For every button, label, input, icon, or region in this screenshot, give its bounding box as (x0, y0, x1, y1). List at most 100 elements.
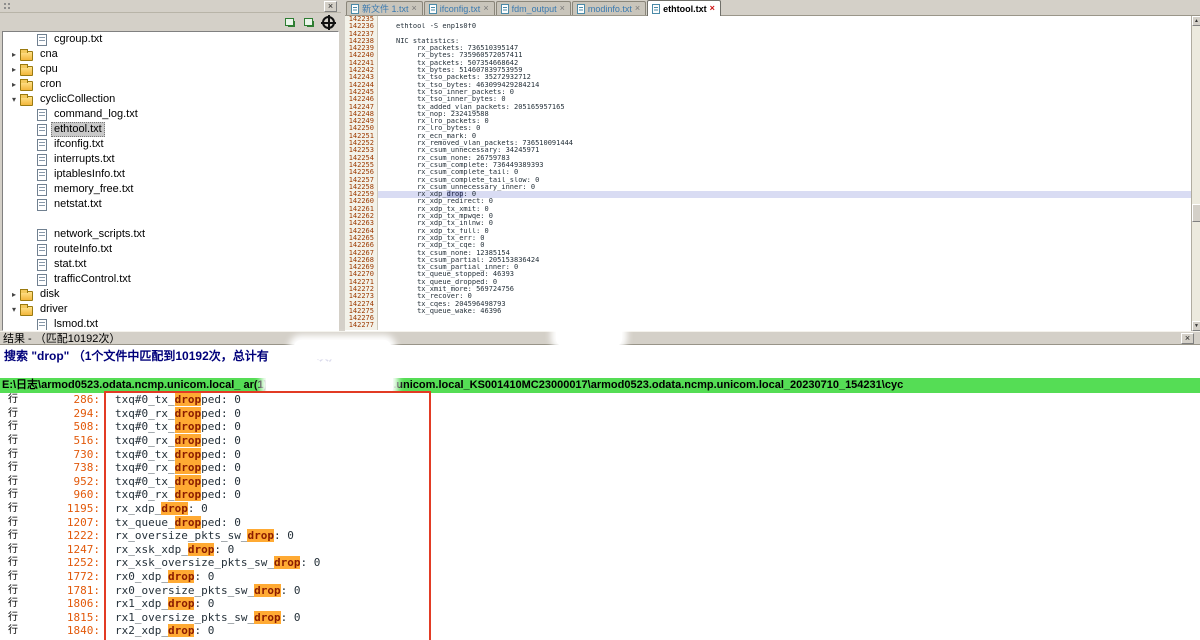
editor-line[interactable]: 142253 rx_csum_unnecessary: 34245971 (345, 147, 1191, 154)
tree-item-file[interactable]: network_scripts.txt (3, 227, 338, 242)
editor-line[interactable]: 142242 tx_bytes: 514607839753959 (345, 67, 1191, 74)
result-row[interactable]: 行294:txq#0_rx_dropped: 0 (0, 407, 1200, 421)
editor-line[interactable]: 142256 rx_csum_complete_tail: 0 (345, 169, 1191, 176)
result-row[interactable]: 行1207:tx_queue_dropped: 0 (0, 515, 1200, 529)
editor-line[interactable]: 142235 (345, 16, 1191, 23)
editor-line[interactable]: 142263 rx_xdp_tx_inlnw: 0 (345, 220, 1191, 227)
editor-line[interactable]: 142241 tx_packets: 507354668642 (345, 60, 1191, 67)
scroll-down-icon[interactable]: ▼ (1192, 321, 1200, 331)
result-row[interactable]: 行1772:rx0_xdp_drop: 0 (0, 570, 1200, 584)
tree-item-file[interactable]: ethtool.txt (3, 122, 338, 137)
editor-line[interactable]: 142261 rx_xdp_tx_xmit: 0 (345, 206, 1191, 213)
tree-item-file[interactable]: netstat.txt (3, 197, 338, 212)
tree-item-file[interactable]: memory_free.txt (3, 182, 338, 197)
result-row[interactable]: 行286:txq#0_tx_dropped: 0 (0, 393, 1200, 407)
editor-line[interactable]: 142250 rx_lro_bytes: 0 (345, 125, 1191, 132)
result-row[interactable]: 行730:txq#0_tx_dropped: 0 (0, 447, 1200, 461)
editor-line[interactable]: 142274 tx_cqes: 204596498793 (345, 301, 1191, 308)
tab-close-icon[interactable]: × (483, 4, 488, 13)
editor-line[interactable]: 142264 rx_xdp_tx_full: 0 (345, 228, 1191, 235)
result-row[interactable]: 行738:txq#0_rx_dropped: 0 (0, 461, 1200, 475)
locate-current-file-button[interactable] (320, 15, 335, 29)
editor-line[interactable]: 142265 rx_xdp_tx_err: 0 (345, 235, 1191, 242)
result-row[interactable]: 行1252:rx_xsk_oversize_pkts_sw_drop: 0 (0, 556, 1200, 570)
tree-item-folder[interactable]: ▸disk (3, 287, 338, 302)
editor-line[interactable]: 142249 rx_lro_packets: 0 (345, 118, 1191, 125)
editor-line[interactable]: 142267 tx_csum_none: 12385154 (345, 250, 1191, 257)
editor-line[interactable]: 142243 tx_tso_packets: 35272932712 (345, 74, 1191, 81)
text-editor[interactable]: 142235142236ethtool -S enp1s0f0142237142… (345, 16, 1191, 331)
tree-item-file[interactable]: ifconfig.txt (3, 137, 338, 152)
result-row[interactable]: 行960:txq#0_rx_dropped: 0 (0, 488, 1200, 502)
tree-item-file[interactable] (3, 212, 338, 227)
result-row[interactable]: 行1195:rx_xdp_drop: 0 (0, 502, 1200, 516)
editor-line[interactable]: 142262 rx_xdp_tx_mpwqe: 0 (345, 213, 1191, 220)
tree-item-file[interactable]: command_log.txt (3, 107, 338, 122)
editor-line[interactable]: 142277 (345, 322, 1191, 329)
editor-line[interactable]: 142269 tx_csum_partial_inner: 0 (345, 264, 1191, 271)
sync-document-right-button[interactable] (301, 15, 316, 29)
tree-item-folder[interactable]: ▸cron (3, 77, 338, 92)
tab-close-icon[interactable]: × (412, 4, 417, 13)
editor-line[interactable]: 142237 (345, 31, 1191, 38)
editor-line[interactable]: 142259 rx_xdp_drop: 0 (345, 191, 1191, 198)
results-list[interactable]: 行286:txq#0_tx_dropped: 0行294:txq#0_rx_dr… (0, 393, 1200, 640)
editor-line[interactable]: 142276 (345, 315, 1191, 322)
editor-line[interactable]: 142244 tx_tso_bytes: 463099429284214 (345, 82, 1191, 89)
editor-line[interactable]: 142271 tx_queue_dropped: 0 (345, 279, 1191, 286)
result-row[interactable]: 行1815:rx1_oversize_pkts_sw_drop: 0 (0, 611, 1200, 625)
result-row[interactable]: 行508:txq#0_tx_dropped: 0 (0, 420, 1200, 434)
tree-item-file[interactable]: interrupts.txt (3, 152, 338, 167)
result-row[interactable]: 行952:txq#0_tx_dropped: 0 (0, 475, 1200, 489)
result-row[interactable]: 行1247:rx_xsk_xdp_drop: 0 (0, 543, 1200, 557)
editor-line[interactable]: 142270 tx_queue_stopped: 46393 (345, 271, 1191, 278)
result-row[interactable]: 行1840:rx2_xdp_drop: 0 (0, 624, 1200, 638)
tab-close-icon[interactable]: × (635, 4, 640, 13)
tree-item-file[interactable]: lsmod.txt (3, 317, 338, 331)
close-workspace-button[interactable]: × (324, 1, 337, 12)
scroll-up-icon[interactable]: ▲ (1192, 16, 1200, 26)
tree-item-folder[interactable]: ▾driver (3, 302, 338, 317)
editor-line[interactable]: 142247 tx_added_vlan_packets: 2051659571… (345, 104, 1191, 111)
editor-line[interactable]: 142255 rx_csum_complete: 736449389393 (345, 162, 1191, 169)
editor-line[interactable]: 142257 rx_csum_complete_tail_slow: 0 (345, 177, 1191, 184)
result-row[interactable]: 行1781:rx0_oversize_pkts_sw_drop: 0 (0, 583, 1200, 597)
editor-line[interactable]: 142245 tx_tso_inner_packets: 0 (345, 89, 1191, 96)
sync-document-left-button[interactable] (282, 15, 297, 29)
editor-tab[interactable]: modinfo.txt× (572, 1, 646, 15)
editor-line[interactable]: 142238NIC statistics: (345, 38, 1191, 45)
result-row[interactable]: 行1222:rx_oversize_pkts_sw_drop: 0 (0, 529, 1200, 543)
tree-item-folder[interactable]: ▸cpu (3, 62, 338, 77)
editor-tab[interactable]: ethtool.txt× (647, 0, 721, 16)
editor-line[interactable]: 142240 rx_bytes: 735960572057411 (345, 52, 1191, 59)
editor-line[interactable]: 142268 tx_csum_partial: 205153836424 (345, 257, 1191, 264)
chevron-down-icon[interactable]: ▾ (8, 305, 20, 314)
workspace-titlebar[interactable]: × (0, 0, 341, 13)
editor-line[interactable]: 142254 rx_csum_none: 26759783 (345, 155, 1191, 162)
chevron-right-icon[interactable]: ▸ (8, 65, 20, 74)
result-row[interactable]: 行516:txq#0_rx_dropped: 0 (0, 434, 1200, 448)
editor-line[interactable]: 142251 rx_ecn_mark: 0 (345, 133, 1191, 140)
chevron-right-icon[interactable]: ▸ (8, 80, 20, 89)
editor-line[interactable]: 142260 rx_xdp_redirect: 0 (345, 198, 1191, 205)
file-tree[interactable]: cgroup.txt▸cna▸cpu▸cron▾cyclicCollection… (2, 31, 339, 331)
tree-item-file[interactable]: stat.txt (3, 257, 338, 272)
editor-line[interactable]: 142273 tx_recover: 0 (345, 293, 1191, 300)
matched-file-path[interactable]: E:\日志\armod0523.odata.ncmp.unicom.local_… (0, 378, 1200, 393)
tree-item-folder[interactable]: ▸cna (3, 47, 338, 62)
tree-item-file[interactable]: trafficControl.txt (3, 272, 338, 287)
close-results-button[interactable]: × (1181, 333, 1194, 344)
tab-close-icon[interactable]: × (560, 4, 565, 13)
editor-line[interactable]: 142272 tx_xmit_more: 569724756 (345, 286, 1191, 293)
editor-tab[interactable]: ifconfig.txt× (424, 1, 495, 15)
chevron-down-icon[interactable]: ▾ (8, 95, 20, 104)
editor-tab[interactable]: 新文件 1.txt× (346, 1, 423, 15)
tree-item-file[interactable]: cgroup.txt (3, 32, 338, 47)
editor-line[interactable]: 142266 rx_xdp_tx_cqe: 0 (345, 242, 1191, 249)
chevron-right-icon[interactable]: ▸ (8, 50, 20, 59)
editor-tab[interactable]: fdm_output× (496, 1, 571, 15)
editor-line[interactable]: 142275 tx_queue_wake: 46396 (345, 308, 1191, 315)
editor-line[interactable]: 142236ethtool -S enp1s0f0 (345, 23, 1191, 30)
editor-line[interactable]: 142239 rx_packets: 736510395147 (345, 45, 1191, 52)
editor-vertical-scrollbar[interactable]: ▲ ▼ (1191, 16, 1200, 331)
